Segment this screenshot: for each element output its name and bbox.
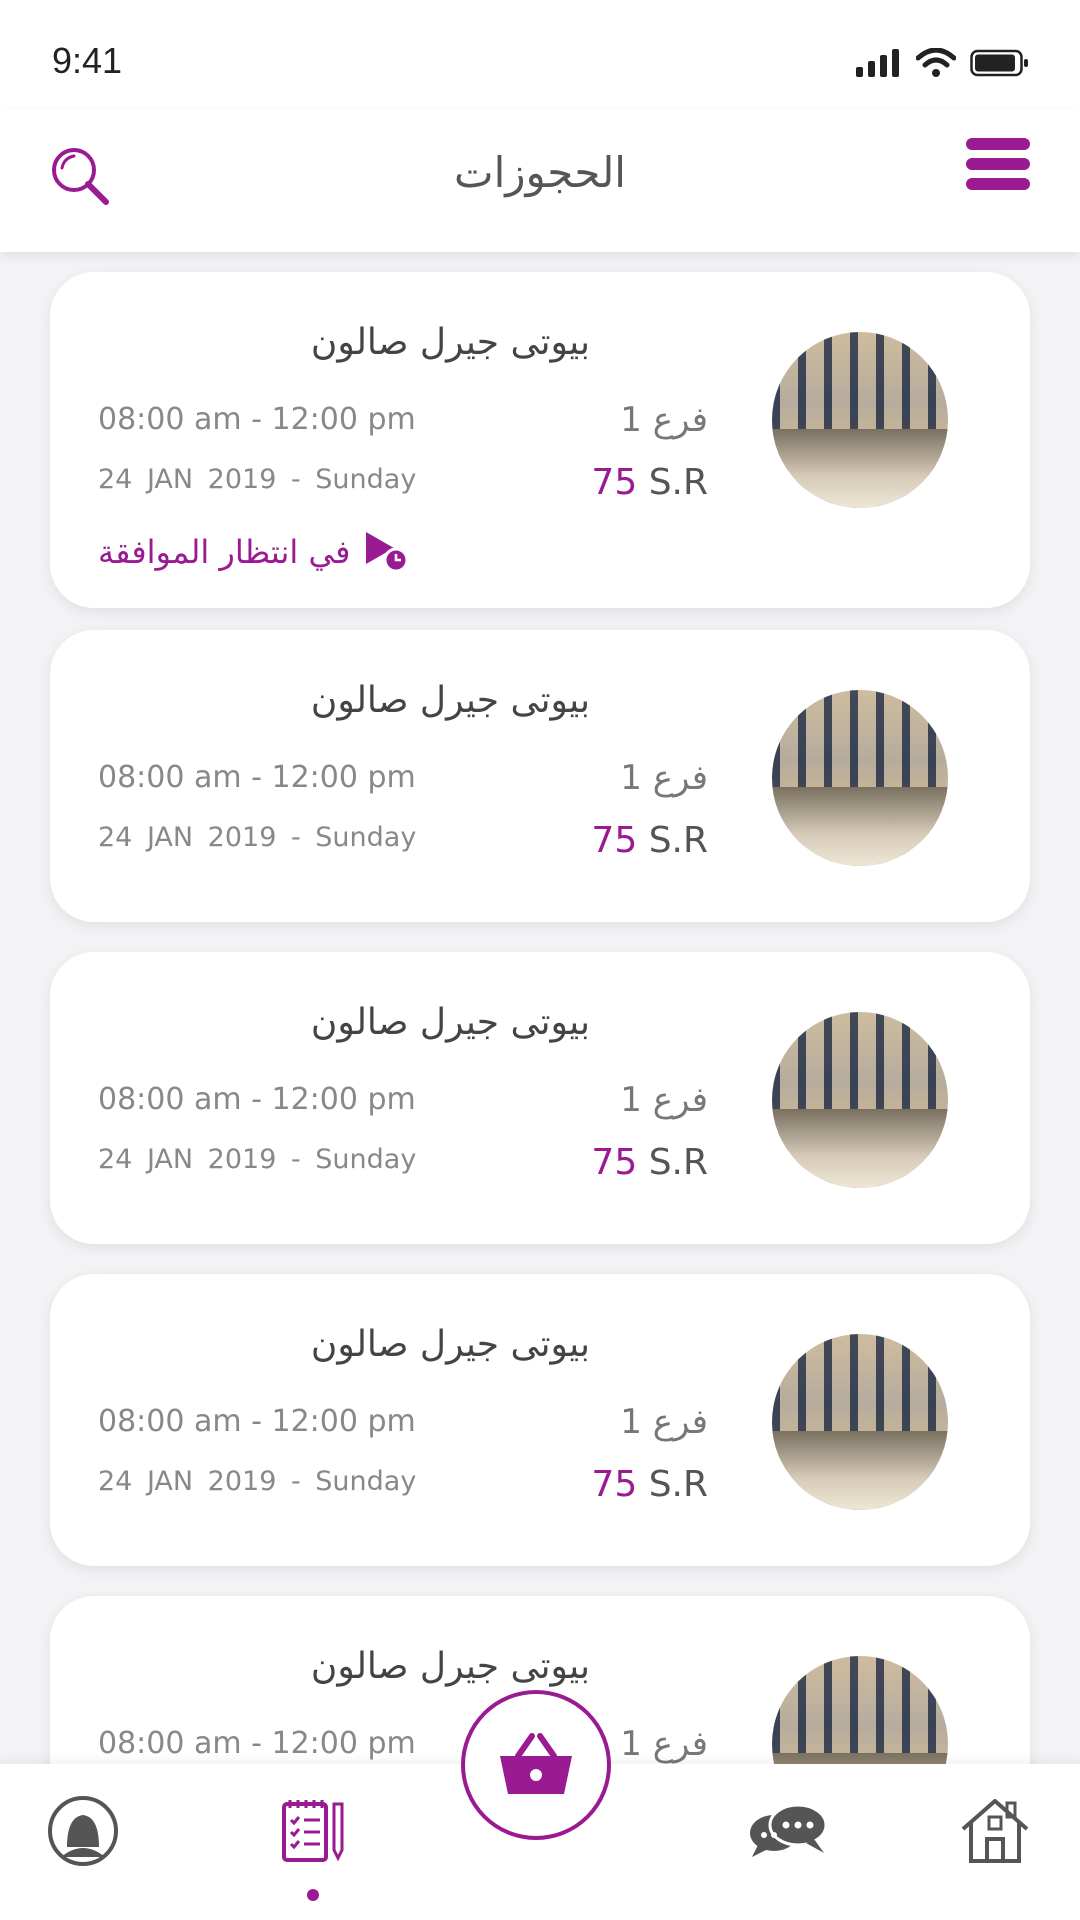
basket-icon [500,1733,572,1794]
booking-hours: 08:00 am - 12:00 pm [98,760,416,795]
branch-label: فرع 1 [620,1724,708,1764]
price-unit: S.R [648,820,708,861]
signal-icon [856,49,899,77]
app-header: الحجوزات [0,110,1080,252]
home-icon [961,1799,1029,1863]
chat-icon [750,1803,828,1857]
booking-date: 24 JAN 2019 - Sunday [98,1144,417,1175]
menu-button[interactable] [966,138,1030,198]
price-value: 75 [591,1464,638,1505]
price: 75 S.R [591,1464,708,1505]
price-value: 75 [591,462,638,503]
status-time: 9:41 [52,40,123,81]
salon-name: بيوتى جيرل صالون [310,322,590,363]
bookings-icon [282,1800,344,1862]
status-text: في انتظار الموافقة [98,533,351,571]
tab-profile[interactable] [38,1786,128,1876]
salon-name: بيوتى جيرل صالون [310,1646,590,1687]
salon-photo [772,1656,948,1764]
menu-bar [966,138,1030,150]
booking-hours: 08:00 am - 12:00 pm [98,1726,416,1761]
tab-bookings[interactable] [268,1786,358,1876]
salon-photo [772,1334,948,1510]
status-bar: 9:41 [0,0,1080,110]
booking-card[interactable]: بيوتى جيرل صالون فرع 1 75 S.R 08:00 am -… [50,1274,1030,1566]
status-icons [856,48,1030,78]
price-unit: S.R [648,1142,708,1183]
salon-name: بيوتى جيرل صالون [310,1002,590,1043]
salon-name: بيوتى جيرل صالون [310,1324,590,1365]
battery-icon [970,49,1028,77]
booking-date: 24 JAN 2019 - Sunday [98,822,417,853]
price: 75 S.R [591,1142,708,1183]
salon-photo [772,1012,948,1188]
profile-icon [48,1796,118,1866]
tab-chat[interactable] [742,1786,832,1876]
branch-label: فرع 1 [620,1402,708,1442]
booking-card[interactable]: بيوتى جيرل صالون فرع 1 75 S.R 08:00 am -… [50,952,1030,1244]
price-unit: S.R [648,462,708,503]
active-tab-indicator [307,1889,319,1901]
booking-hours: 08:00 am - 12:00 pm [98,1404,416,1439]
booking-date: 24 JAN 2019 - Sunday [98,464,417,495]
booking-hours: 08:00 am - 12:00 pm [98,402,416,437]
wifi-icon [916,48,956,77]
price-value: 75 [591,1142,638,1183]
booking-date: 24 JAN 2019 - Sunday [98,1466,417,1497]
bookings-list[interactable]: بيوتى جيرل صالون فرع 1 75 S.R 08:00 am -… [0,252,1080,1764]
branch-label: فرع 1 [620,400,708,440]
booking-card[interactable]: بيوتى جيرل صالون فرع 1 75 S.R 08:00 am -… [50,272,1030,608]
booking-hours: 08:00 am - 12:00 pm [98,1082,416,1117]
tab-home[interactable] [950,1786,1040,1876]
basket-button[interactable] [461,1690,611,1840]
price-value: 75 [591,820,638,861]
branch-label: فرع 1 [620,1080,708,1120]
salon-photo [772,332,948,508]
pending-clock-icon [366,532,409,573]
booking-card[interactable]: بيوتى جيرل صالون فرع 1 75 S.R 08:00 am -… [50,630,1030,922]
salon-name: بيوتى جيرل صالون [310,680,590,721]
status-badge: في انتظار الموافقة [98,530,410,574]
branch-label: فرع 1 [620,758,708,798]
price: 75 S.R [591,820,708,861]
menu-bar [966,158,1030,170]
price-unit: S.R [648,1464,708,1505]
menu-bar [966,178,1030,190]
salon-photo [772,690,948,866]
page-title: الحجوزات [454,148,626,197]
price: 75 S.R [591,462,708,503]
